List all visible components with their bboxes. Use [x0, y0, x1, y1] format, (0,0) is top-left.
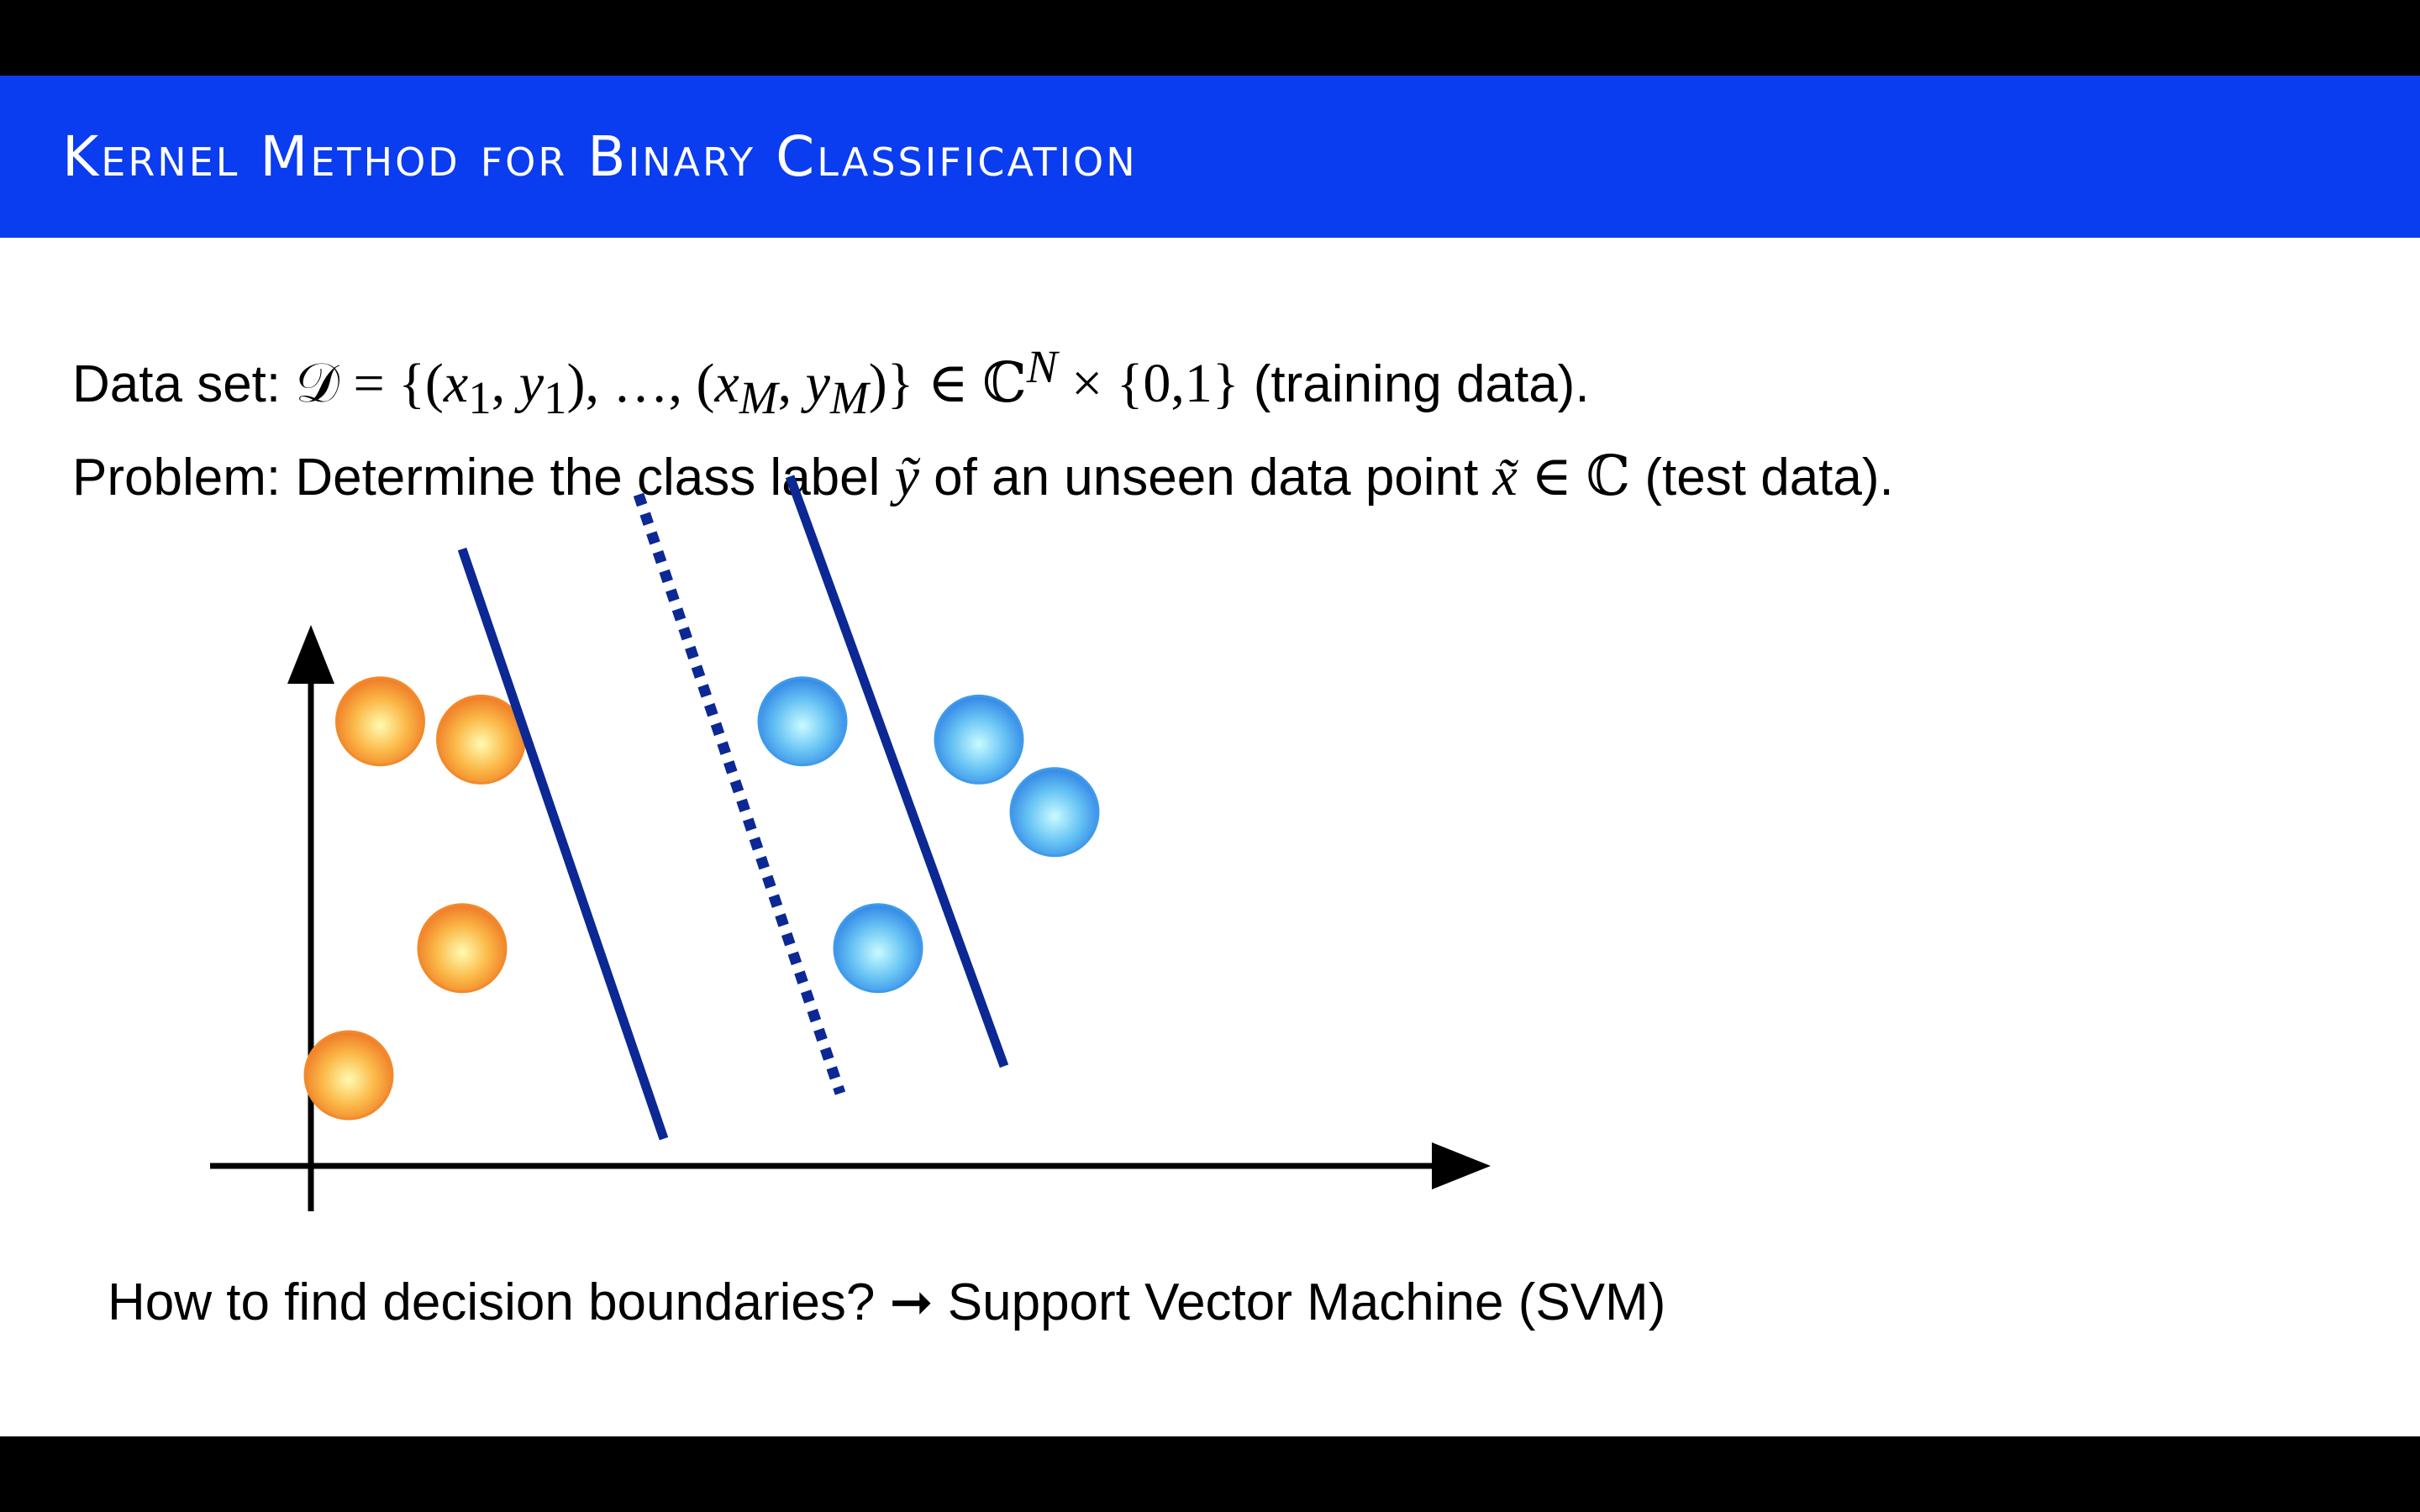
class1-point [934, 694, 1024, 785]
class0-point [436, 694, 526, 785]
right-arrow-icon: ➞ [889, 1273, 934, 1331]
class0-point [417, 903, 508, 994]
slide: Kernel Method for Binary Classification … [0, 76, 2420, 1436]
letterbox-top [0, 0, 2420, 76]
margin-line [457, 547, 669, 1141]
letterbox-bottom [0, 1436, 2420, 1512]
footer-question: How to find decision boundaries? [108, 1273, 890, 1331]
class0-point [303, 1030, 394, 1121]
footer-line: How to find decision boundaries? ➞ Suppo… [108, 1271, 1665, 1332]
footer-answer: Support Vector Machine (SVM) [933, 1273, 1666, 1331]
class1-point [757, 676, 848, 767]
class1-point [833, 903, 923, 994]
class1-point [1009, 767, 1100, 858]
svm-scatter-plot [210, 475, 1491, 1211]
decision-boundary-line [633, 492, 846, 1095]
class0-point [335, 676, 425, 767]
